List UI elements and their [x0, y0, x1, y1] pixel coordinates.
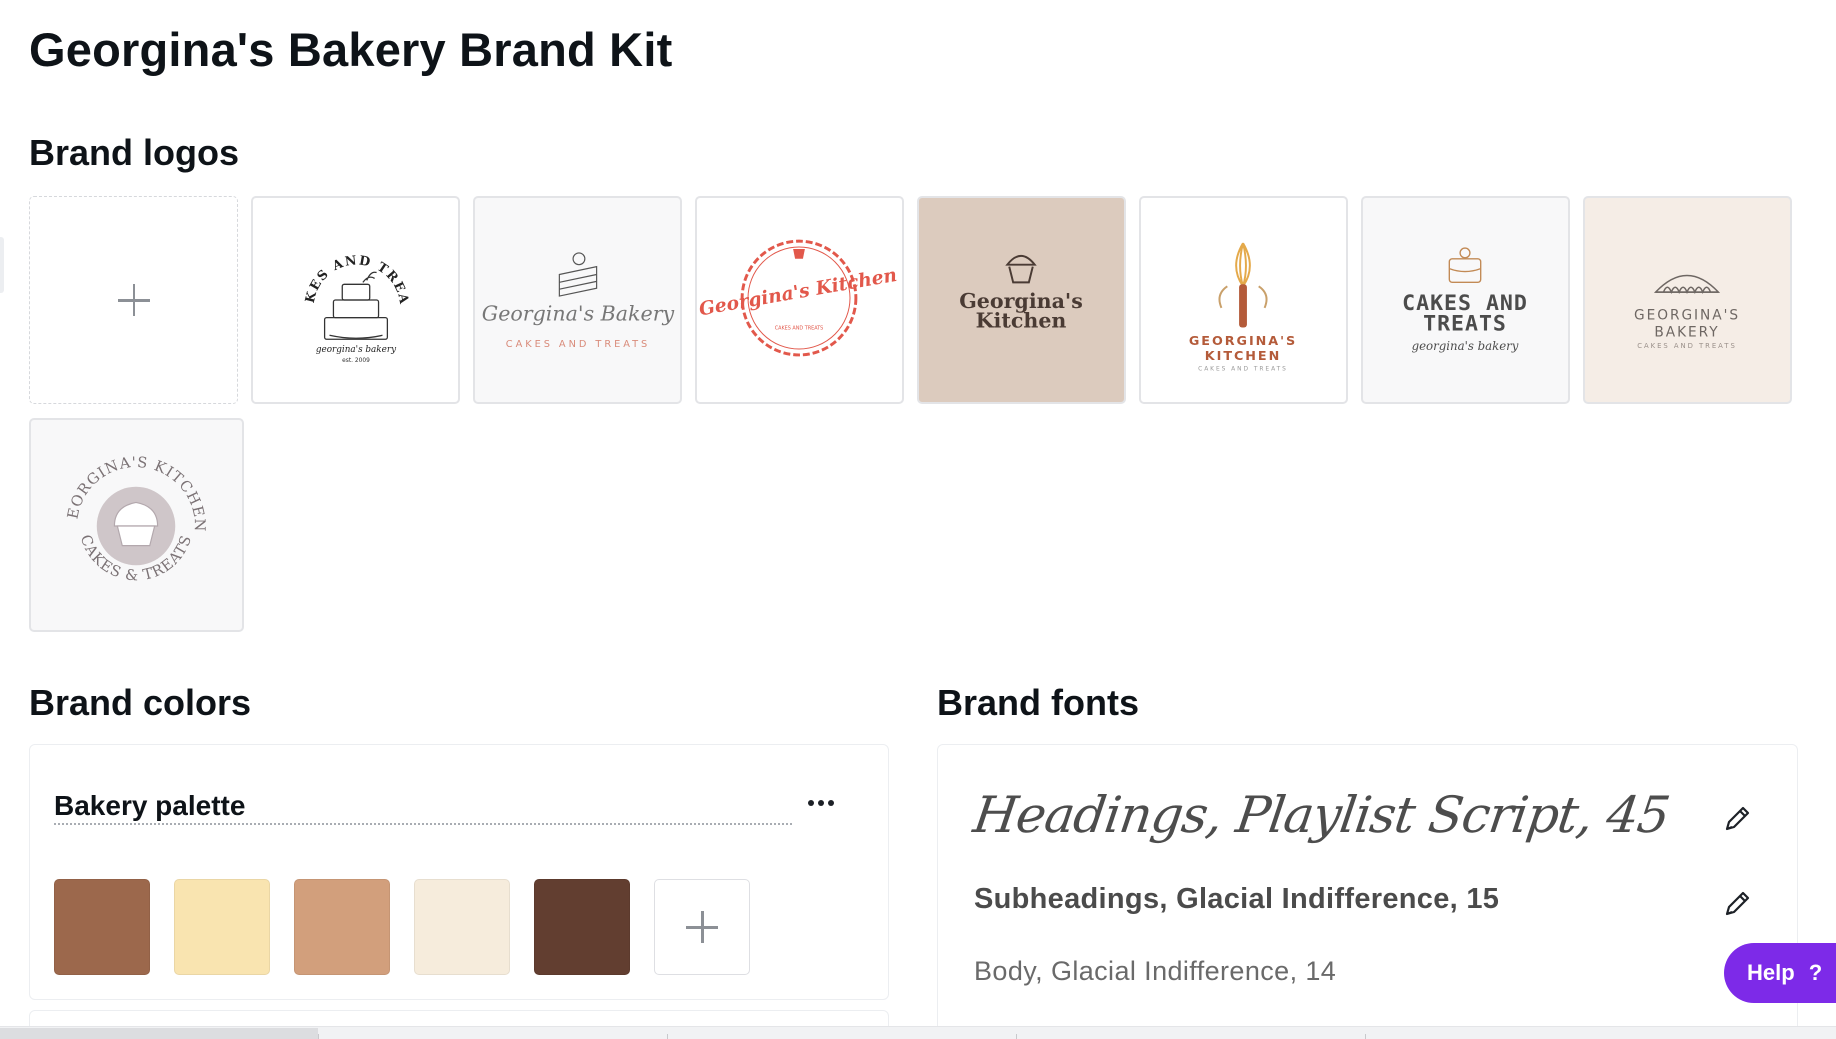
- logo-line2: KITCHEN: [1205, 349, 1281, 364]
- plus-icon: [686, 911, 718, 943]
- svg-text:CAKES AND TREATS: CAKES AND TREATS: [253, 198, 411, 306]
- help-button[interactable]: Help ?: [1724, 943, 1836, 1003]
- logo-sub-text: CAKES AND TREATS: [1637, 342, 1737, 350]
- cake-slice-logo-icon: Georgina's Bakery CAKES AND TREATS: [482, 252, 675, 350]
- color-swatch-dark-brown[interactable]: [534, 879, 630, 975]
- cupcake-logo-icon: Georgina's Kitchen: [959, 254, 1083, 332]
- logo-tile-georginas-kitchen-cupcake[interactable]: Georgina's Kitchen: [917, 196, 1126, 404]
- left-panel-edge: [0, 237, 4, 293]
- logo-arc-text: CAKES AND TREATS: [253, 198, 410, 306]
- add-color-button[interactable]: [654, 879, 750, 975]
- logo-line1: GEORGINA'S: [1634, 308, 1740, 324]
- font-heading-item[interactable]: Headings, Playlist Script, 45: [970, 786, 1673, 844]
- font-body-item[interactable]: Body, Glacial Indifference, 14: [974, 956, 1336, 987]
- question-mark-icon: ?: [1808, 960, 1823, 985]
- logo-sub-text: CAKES AND TREATS: [1198, 367, 1288, 373]
- tiered-cake-logo-icon: CAKES AND TREATS georgina's bakery est. …: [253, 198, 411, 364]
- scroll-divider: [318, 1034, 319, 1039]
- color-swatch-tan[interactable]: [294, 879, 390, 975]
- color-swatch-ivory[interactable]: [414, 879, 510, 975]
- logo-tile-georginas-kitchen-badge[interactable]: Georgina's Kitchen CAKES AND TREATS: [695, 196, 904, 404]
- red-badge-logo-icon: Georgina's Kitchen CAKES AND TREATS: [697, 239, 899, 357]
- pie-logo-icon: GEORGINA'S BAKERY CAKES AND TREATS: [1634, 274, 1740, 350]
- logo-line2: TREATS: [1423, 311, 1507, 336]
- cake-stencil-logo-icon: CAKES AND TREATS georgina's bakery: [1402, 247, 1527, 353]
- logo-script-text: georgina's bakery: [1412, 339, 1519, 353]
- page-title: Georgina's Bakery Brand Kit: [29, 23, 673, 76]
- color-swatch-brown[interactable]: [54, 879, 150, 975]
- more-horizontal-icon[interactable]: [796, 786, 846, 820]
- help-label: Help: [1747, 960, 1795, 985]
- logo-tile-georginas-kitchen-whisk[interactable]: GEORGINA'S KITCHEN CAKES AND TREATS: [1139, 196, 1348, 404]
- logo-script-text: georgina's bakery: [316, 345, 397, 355]
- scrollbar-thumb[interactable]: [0, 1028, 318, 1039]
- pencil-icon[interactable]: [1720, 887, 1754, 921]
- font-subheading-item[interactable]: Subheadings, Glacial Indifference, 15: [974, 883, 1499, 916]
- logo-line2: BAKERY: [1654, 324, 1719, 340]
- brand-colors-heading: Brand colors: [29, 682, 252, 723]
- logo-tile-cakes-and-treats-stencil[interactable]: CAKES AND TREATS georgina's bakery: [1361, 196, 1570, 404]
- logo-line2: Kitchen: [976, 308, 1067, 332]
- add-logo-button[interactable]: [29, 196, 238, 404]
- logo-tile-georginas-kitchen-circle[interactable]: GEORGINA'S KITCHEN CAKES & TREATS: [29, 418, 244, 632]
- logo-sub-text: CAKES AND TREATS: [775, 325, 824, 331]
- logo-line1: GEORGINA'S: [1189, 334, 1297, 349]
- plus-icon: [117, 284, 150, 316]
- logo-sub-text: est. 2009: [342, 358, 370, 364]
- scroll-divider: [667, 1034, 668, 1039]
- circular-cupcake-logo-icon: GEORGINA'S KITCHEN CAKES & TREATS: [31, 420, 207, 585]
- logo-script-text: Georgina's Bakery: [482, 302, 675, 326]
- logo-sub-text: CAKES AND TREATS: [506, 339, 650, 350]
- whisk-logo-icon: GEORGINA'S KITCHEN CAKES AND TREATS: [1189, 242, 1297, 373]
- brand-logos-heading: Brand logos: [29, 132, 240, 173]
- brand-fonts-heading: Brand fonts: [937, 682, 1139, 723]
- logo-tile-georginas-bakery[interactable]: Georgina's Bakery CAKES AND TREATS: [473, 196, 682, 404]
- color-swatch-cream-yellow[interactable]: [174, 879, 270, 975]
- palette-name-field[interactable]: Bakery palette: [54, 790, 792, 825]
- scroll-divider: [1365, 1034, 1366, 1039]
- scroll-divider: [1016, 1034, 1017, 1039]
- logo-tile-georginas-bakery-pie[interactable]: GEORGINA'S BAKERY CAKES AND TREATS: [1583, 196, 1792, 404]
- pencil-icon[interactable]: [1720, 802, 1754, 836]
- logo-tile-cakes-and-treats[interactable]: CAKES AND TREATS georgina's bakery est. …: [251, 196, 460, 404]
